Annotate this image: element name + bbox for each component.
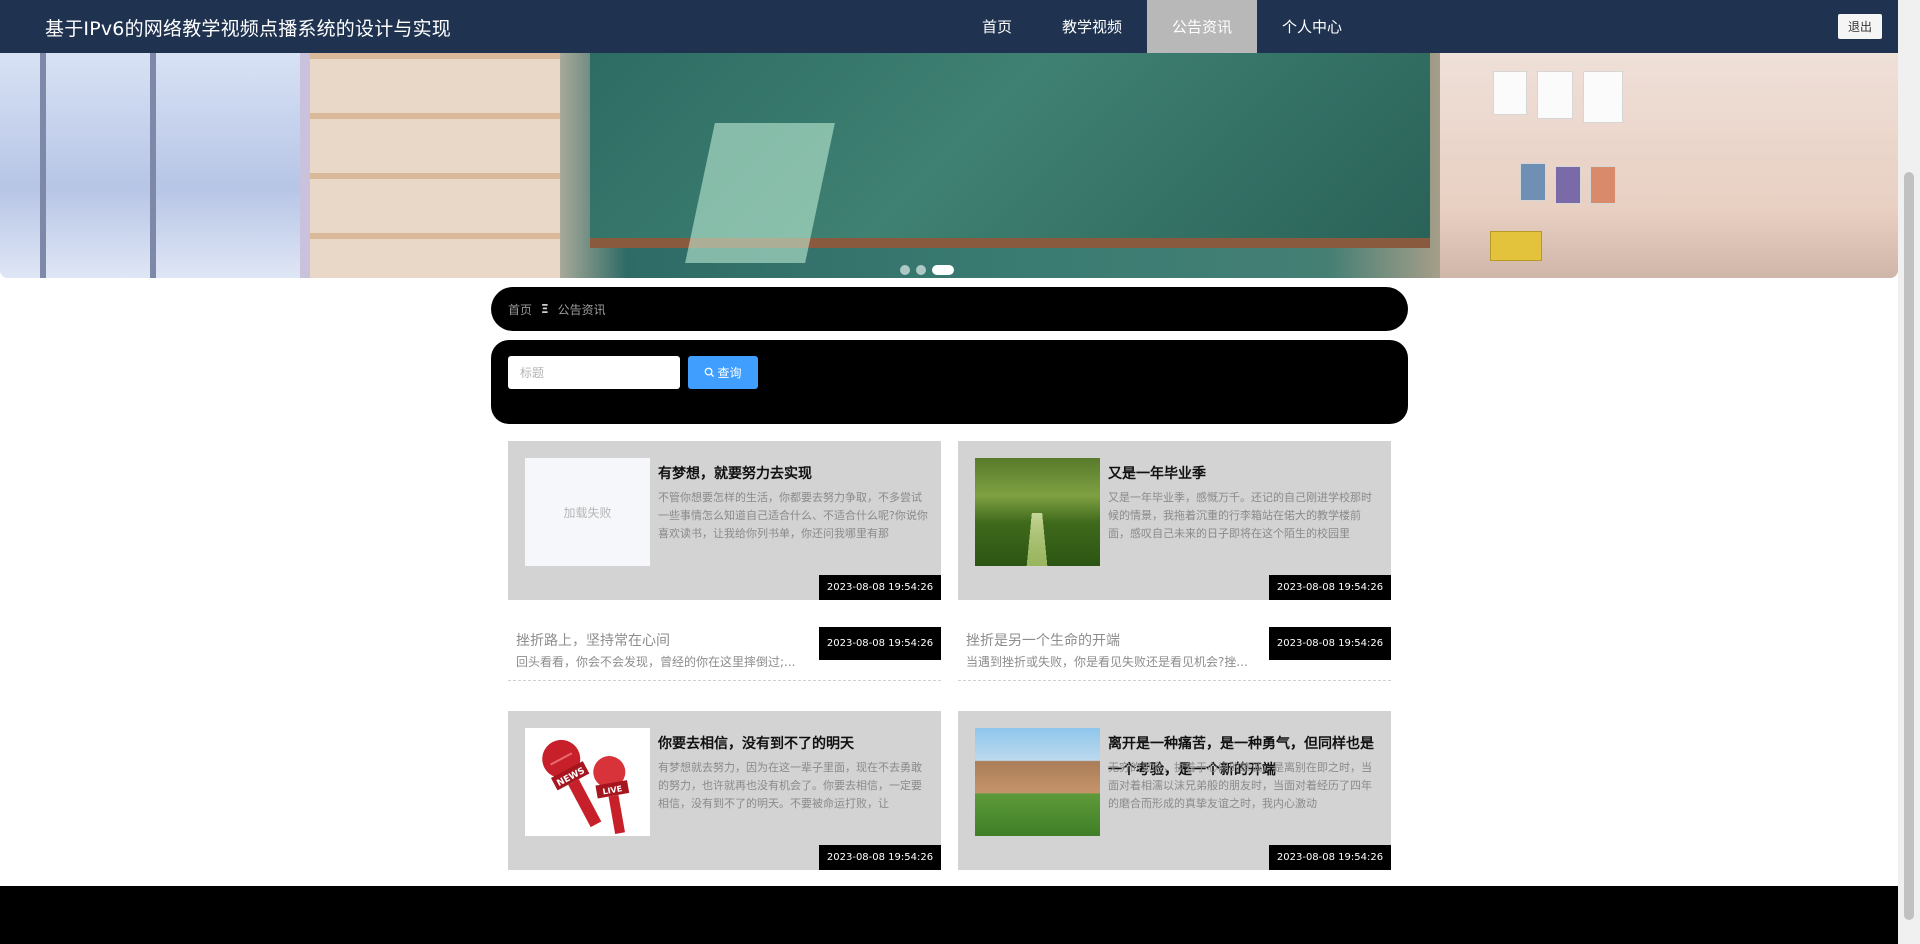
- banner-poster: [1583, 71, 1623, 123]
- search-button[interactable]: 查询: [688, 356, 758, 389]
- list-item-title[interactable]: 挫折路上，坚持常在心间: [516, 630, 806, 650]
- card-title[interactable]: 有梦想，就要努力去实现: [658, 461, 928, 487]
- breadcrumb-home[interactable]: 首页: [508, 301, 532, 318]
- banner-poster: [1590, 166, 1616, 204]
- carousel-dot[interactable]: [916, 265, 926, 275]
- breadcrumb-current: 公告资讯: [557, 302, 606, 317]
- banner-yellow-bag: [1490, 231, 1542, 261]
- card-image-tree-path: [975, 458, 1100, 566]
- card-description: 又是一年毕业季，感慨万千。还记的自己刚进学校那时候的情景，我拖着沉重的行李箱站在…: [1108, 491, 1372, 540]
- banner-poster: [1493, 71, 1527, 115]
- card-image-news-microphones: NEWS LIVE: [525, 728, 650, 836]
- banner-poster: [1555, 166, 1581, 204]
- search-icon: [705, 367, 715, 378]
- news-card[interactable]: 加载失败 有梦想，就要努力去实现 不管你想要怎样的生活，你都要去努力争取，不多尝…: [508, 441, 941, 600]
- card-description: 有梦想就去努力，因为在这一辈子里面，现在不去勇敢的努力，也许就再也没有机会了。你…: [658, 761, 922, 810]
- list-item-title[interactable]: 挫折是另一个生命的开端: [966, 630, 1256, 650]
- carousel-dot[interactable]: [900, 265, 910, 275]
- main-nav: 首页 教学视频 公告资讯 个人中心: [957, 0, 1367, 53]
- card-date: 2023-08-08 19:54:26: [1269, 845, 1391, 870]
- news-card[interactable]: NEWS LIVE 你要去相信，没有到不了的明天 有梦想就去努力，因为在这一辈子…: [508, 711, 941, 870]
- search-panel: 查询: [491, 340, 1408, 424]
- card-image-campus: [975, 728, 1100, 836]
- banner-bookshelf-art: [310, 53, 560, 278]
- nav-item-home[interactable]: 首页: [957, 0, 1037, 53]
- card-date: 2023-08-08 19:54:26: [1269, 575, 1391, 600]
- page-footer: [0, 886, 1898, 944]
- nav-item-news[interactable]: 公告资讯: [1147, 0, 1258, 53]
- banner-poster: [1520, 163, 1546, 201]
- carousel-indicators: [900, 265, 954, 275]
- news-card[interactable]: 又是一年毕业季 又是一年毕业季，感慨万千。还记的自己刚进学校那时候的情景，我拖着…: [958, 441, 1391, 600]
- news-list-item[interactable]: 挫折路上，坚持常在心间 回头看看，你会不会发现，曾经的你在这里摔倒过;... 2…: [508, 622, 941, 681]
- card-image-placeholder: 加载失败: [525, 458, 650, 566]
- banner-window-art: [0, 53, 300, 278]
- list-item-description: 回头看看，你会不会发现，曾经的你在这里摔倒过;...: [516, 655, 796, 669]
- carousel-dot-active[interactable]: [932, 265, 954, 275]
- image-load-failed-text: 加载失败: [563, 505, 612, 520]
- banner-wall-art: [1440, 53, 1898, 278]
- nav-item-profile[interactable]: 个人中心: [1257, 0, 1367, 53]
- list-item-date: 2023-08-08 19:54:26: [819, 627, 941, 660]
- list-item-description: 当遇到挫折或失败，你是看见失败还是看见机会?挫...: [966, 655, 1248, 669]
- card-description: 无穷的思念，执着于心间的挚诚，是离别在即之时，当面对着相濡以沫兄弟般的朋友时，当…: [1108, 761, 1372, 810]
- banner-carousel[interactable]: [0, 53, 1898, 278]
- card-description: 不管你想要怎样的生活，你都要去努力争取，不多尝试一些事情怎么知道自己适合什么、不…: [658, 491, 928, 540]
- logout-button[interactable]: 退出: [1838, 14, 1882, 39]
- list-item-date: 2023-08-08 19:54:26: [1269, 627, 1391, 660]
- nav-item-videos[interactable]: 教学视频: [1037, 0, 1147, 53]
- news-card[interactable]: 离开是一种痛苦，是一种勇气，但同样也是一个考验，是一个新的开端 无穷的思念，执着…: [958, 711, 1391, 870]
- site-title: 基于IPv6的网络教学视频点播系统的设计与实现: [45, 18, 451, 40]
- card-title[interactable]: 又是一年毕业季: [1108, 461, 1378, 487]
- title-search-input[interactable]: [508, 356, 680, 389]
- vertical-scrollbar[interactable]: [1898, 0, 1920, 944]
- card-title[interactable]: 你要去相信，没有到不了的明天: [658, 731, 928, 757]
- card-date: 2023-08-08 19:54:26: [819, 845, 941, 870]
- microphone-icon: NEWS LIVE: [542, 739, 630, 834]
- banner-poster: [1537, 71, 1573, 119]
- breadcrumb: 首页 Ξ 公告资讯: [491, 287, 1408, 331]
- search-button-label: 查询: [717, 366, 742, 380]
- card-date: 2023-08-08 19:54:26: [819, 575, 941, 600]
- news-list-item[interactable]: 挫折是另一个生命的开端 当遇到挫折或失败，你是看见失败还是看见机会?挫... 2…: [958, 622, 1391, 681]
- breadcrumb-separator: Ξ: [541, 302, 549, 316]
- scrollbar-thumb[interactable]: [1904, 172, 1914, 920]
- top-navbar: 基于IPv6的网络教学视频点播系统的设计与实现 首页 教学视频 公告资讯 个人中…: [0, 0, 1898, 53]
